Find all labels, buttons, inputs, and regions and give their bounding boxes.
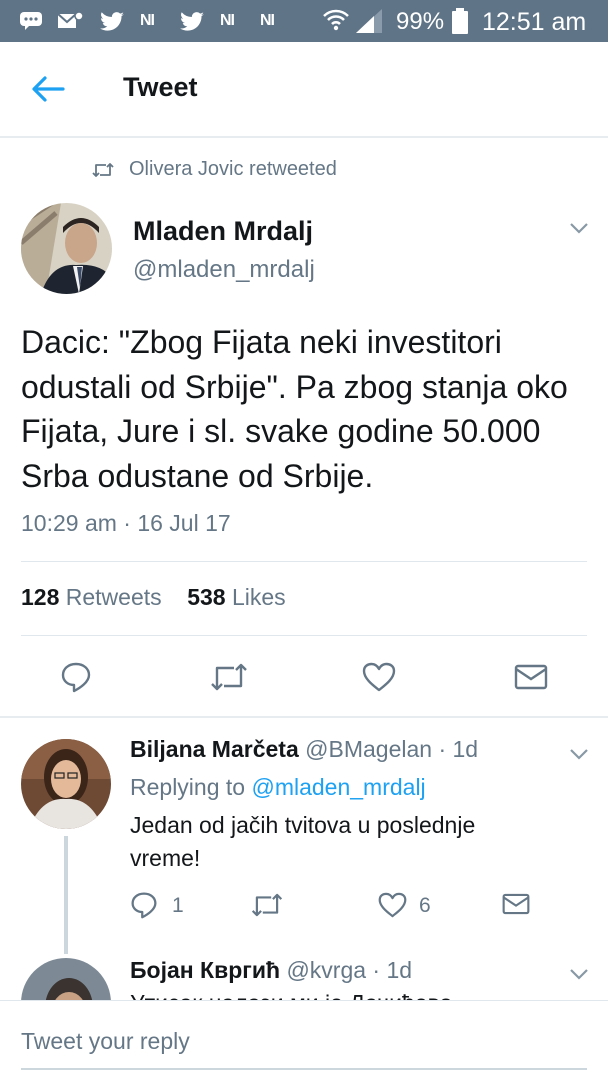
mail-notification-icon bbox=[58, 11, 84, 28]
replying-to-mention[interactable]: @mladen_mrdalj bbox=[251, 774, 425, 800]
reply-text-clipped: Утисак налази ми је Дачићево bbox=[130, 992, 530, 1000]
reply-author[interactable]: Biljana Marčeta @BMagelan · 1d bbox=[130, 736, 478, 763]
chevron-down-icon[interactable] bbox=[569, 748, 589, 760]
status-bar: NI NI NI 99% 12:51 am bbox=[0, 0, 608, 42]
like-label: Likes bbox=[231, 584, 286, 610]
author-name[interactable]: Mladen Mrdalj bbox=[133, 216, 313, 247]
tweet-timestamp[interactable]: 10:29 am · 16 Jul 17 bbox=[21, 510, 231, 537]
avatar[interactable] bbox=[21, 203, 112, 294]
back-arrow-icon[interactable] bbox=[30, 74, 66, 104]
heart-icon[interactable] bbox=[362, 662, 396, 692]
wifi-icon bbox=[323, 9, 349, 31]
replying-to-prefix: Replying to bbox=[130, 774, 246, 800]
like-count: 6 bbox=[419, 894, 431, 917]
clock: 12:51 am bbox=[482, 8, 587, 36]
retweet-stat[interactable]: 128 Retweets bbox=[21, 584, 162, 610]
author-handle[interactable]: @mladen_mrdalj bbox=[133, 256, 315, 284]
like-stat[interactable]: 538 Likes bbox=[187, 584, 285, 610]
reply-author-handle: @kvrga · 1d bbox=[286, 957, 413, 983]
signal-icon bbox=[356, 9, 382, 33]
page-title: Tweet bbox=[123, 72, 198, 102]
retweet-icon[interactable] bbox=[210, 663, 248, 691]
retweet-small-icon bbox=[92, 163, 114, 177]
reply-count: 1 bbox=[172, 894, 184, 917]
replying-to: Replying to @mladen_mrdalj bbox=[130, 774, 426, 801]
chevron-down-icon[interactable] bbox=[569, 968, 589, 980]
chat-bubble-icon bbox=[20, 12, 42, 30]
tweet-stats: 128 Retweets 538 Likes bbox=[21, 584, 286, 611]
twitter-bird-icon bbox=[180, 12, 204, 31]
reply-author[interactable]: Бојан Квргић @kvrga · 1d bbox=[130, 957, 412, 984]
reply-icon[interactable] bbox=[130, 891, 158, 919]
divider bbox=[0, 716, 608, 718]
reply-icon[interactable] bbox=[60, 661, 92, 693]
chevron-down-icon[interactable] bbox=[569, 222, 589, 234]
retweet-count: 128 bbox=[21, 584, 60, 610]
reply-text: Утисак налази ми је Дачићево bbox=[130, 992, 530, 1000]
battery-percent: 99% bbox=[396, 8, 445, 35]
carrier-mark-1: NI bbox=[140, 12, 155, 29]
mail-icon[interactable] bbox=[514, 664, 548, 690]
mail-icon[interactable] bbox=[502, 893, 530, 915]
twitter-bird-icon bbox=[100, 12, 124, 31]
app-header: Tweet bbox=[0, 42, 608, 138]
reply-author-name: Бојан Квргић bbox=[130, 957, 281, 983]
carrier-mark-2: NI bbox=[220, 12, 235, 29]
reply-author-name: Biljana Marčeta bbox=[130, 736, 299, 762]
reply-author-handle: @BMagelan · 1d bbox=[305, 736, 479, 762]
reply-text: Jedan od jačih tvitova u poslednje vreme… bbox=[130, 812, 476, 871]
divider bbox=[21, 561, 587, 562]
input-underline bbox=[21, 1068, 587, 1070]
retweeted-by-label: Olivera Jovic retweeted bbox=[129, 158, 337, 180]
heart-icon[interactable] bbox=[378, 892, 407, 918]
retweet-label: Retweets bbox=[65, 584, 162, 610]
like-count: 538 bbox=[187, 584, 226, 610]
carrier-mark-3: NI bbox=[260, 12, 275, 29]
thread-line bbox=[64, 836, 68, 954]
retweet-icon[interactable] bbox=[251, 893, 283, 917]
reply-input[interactable]: Tweet your reply bbox=[21, 1028, 190, 1055]
divider bbox=[21, 635, 587, 636]
battery-icon bbox=[452, 8, 468, 34]
tweet-text: Dacic: "Zbog Fijata neki investitori odu… bbox=[21, 324, 568, 494]
avatar[interactable] bbox=[21, 739, 111, 829]
